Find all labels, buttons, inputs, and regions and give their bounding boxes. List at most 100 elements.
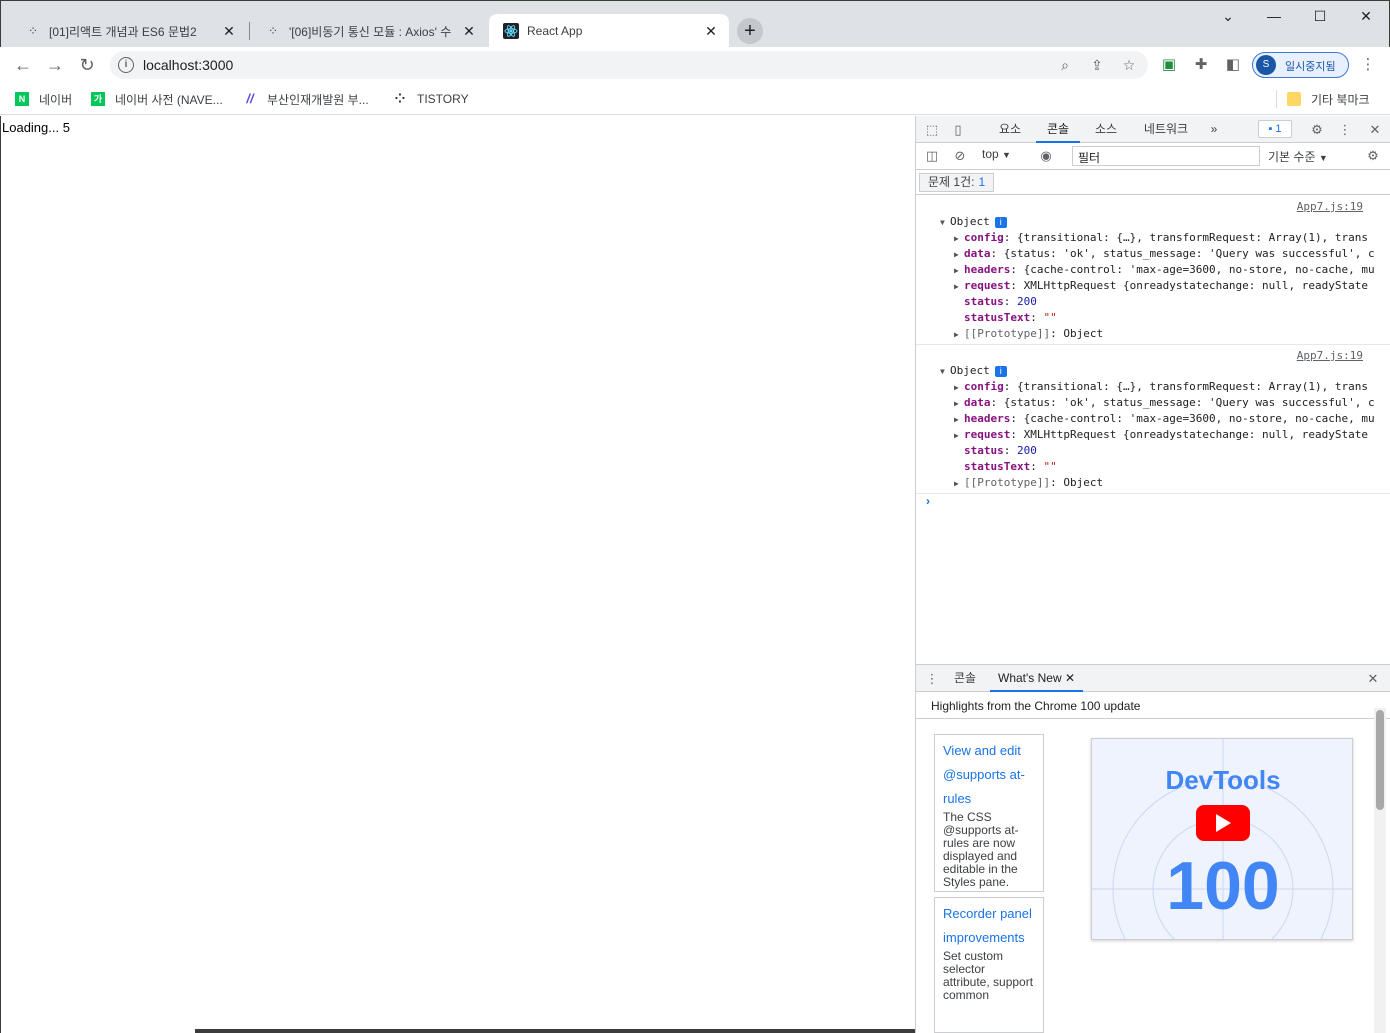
clear-console-icon[interactable]: ⊘ (950, 146, 970, 166)
source-link[interactable]: App7.js:19 (1297, 349, 1363, 362)
bookmark-label: TISTORY (417, 92, 469, 106)
sidebar-toggle-icon[interactable]: ◫ (922, 146, 942, 166)
tab-network[interactable]: 네트워크 (1134, 116, 1198, 143)
profile-button[interactable]: S 일시중지됨 (1252, 52, 1349, 78)
device-toolbar-icon[interactable]: ▯ (948, 120, 968, 140)
browser-tab-1[interactable]: ⁘ [01]리액트 개념과 ES6 문법2 ✕ (11, 14, 247, 48)
settings-gear-icon[interactable]: ⚙ (1307, 120, 1327, 140)
release-video-thumbnail[interactable]: DevTools 100 (1091, 738, 1353, 940)
object-header[interactable]: ▼ Object i (940, 214, 1007, 230)
object-property-row[interactable]: ▶ data: {status: 'ok', status_message: 'Q… (954, 395, 1375, 411)
url-text[interactable]: localhost:3000 (143, 57, 233, 73)
tab-close-icon[interactable]: ✕ (703, 23, 719, 39)
issues-badge[interactable]: ▪ 1 (1258, 120, 1292, 138)
browser-toolbar: ← → ↻ i localhost:3000 ⌕ ⇪ ☆ ▣ ✚ ◧ S 일시중… (0, 47, 1390, 83)
bookmarks-bar: N 네이버 가 네이버 사전 (NAVE... // 부산인재개발원 부... … (0, 83, 1390, 115)
more-tabs-button[interactable]: » (1202, 116, 1226, 143)
drawer-scrollbar[interactable] (1374, 708, 1386, 1033)
tab-search-icon[interactable]: ⌄ (1205, 5, 1251, 27)
object-property-row[interactable]: ▶ request: XMLHttpRequest {onreadystatech… (954, 427, 1368, 443)
reload-icon[interactable]: ↻ (73, 52, 101, 78)
chrome-menu-icon[interactable]: ⋮ (1357, 54, 1379, 76)
property-value: XMLHttpRequest {onreadystatechange: null… (1023, 279, 1368, 292)
minimize-icon[interactable]: — (1251, 5, 1297, 27)
zoom-icon[interactable]: ⌕ (1055, 55, 1075, 75)
object-property-row[interactable]: ▶ config: {transitional: {…}, transformRe… (954, 230, 1368, 246)
new-tab-button[interactable]: + (737, 18, 763, 44)
object-property-row[interactable]: ▶ config: {transitional: {…}, transformRe… (954, 379, 1368, 395)
issues-button[interactable]: 문제 1건: 1 (919, 173, 995, 192)
drawer-tab-whats-new[interactable]: What's New ✕ (990, 665, 1084, 692)
context-label: top (982, 147, 999, 161)
close-devtools-icon[interactable]: ✕ (1365, 120, 1385, 140)
bookmark-naver[interactable]: N 네이버 (15, 90, 72, 108)
object-property-row: statusText: "" (964, 460, 1057, 473)
drawer-tab-console[interactable]: 콘솔 (954, 665, 976, 692)
bookmark-label: 네이버 (39, 92, 73, 107)
close-drawer-icon[interactable]: ✕ (1363, 669, 1383, 689)
console-log-entry[interactable]: App7.js:19 ▼ Object i ▶ config: {transition… (916, 345, 1390, 494)
feature-card-title[interactable]: View and edit @supports at-rules (943, 739, 1035, 811)
devtools-panel: ⬚ ▯ 요소 콘솔 소스 네트워크 » ▪ 1 ⚙ ⋮ ✕ ◫ ⊘ top ▼ … (915, 116, 1390, 1033)
expanded-triangle-icon: ▼ (940, 367, 945, 376)
object-property-row[interactable]: ▶ request: XMLHttpRequest {onreadystatech… (954, 278, 1368, 294)
bookmark-star-icon[interactable]: ☆ (1119, 55, 1139, 75)
address-bar[interactable]: i localhost:3000 ⌕ ⇪ ☆ (110, 51, 1148, 79)
source-link[interactable]: App7.js:19 (1297, 200, 1363, 213)
property-key: [[Prototype]] (964, 476, 1051, 489)
issues-count: 1 (978, 175, 986, 189)
inspect-element-icon[interactable]: ⬚ (922, 120, 942, 140)
tab-close-icon[interactable]: ✕ (461, 23, 477, 39)
tab-title: '[06]비동기 통신 모듈 : Axios' 수 (289, 24, 452, 39)
object-property-row[interactable]: ▶ [[Prototype]]: Object (954, 326, 1103, 342)
folder-icon (1287, 92, 1301, 106)
object-property-row[interactable]: ▶ [[Prototype]]: Object (954, 475, 1103, 491)
log-level-selector[interactable]: 기본 수준 ▼ (1268, 148, 1328, 165)
naver-icon: N (15, 92, 29, 106)
forward-arrow-icon[interactable]: → (41, 52, 69, 78)
scrollbar-thumb[interactable] (1376, 710, 1384, 810)
object-property-row[interactable]: ▶ headers: {cache-control: 'max-age=3600,… (954, 411, 1375, 427)
bookmark-tistory[interactable]: ⁘ TISTORY (393, 90, 469, 108)
feature-card[interactable]: Recorder panel improvements Set custom s… (934, 897, 1044, 1033)
side-panel-icon[interactable]: ◧ (1222, 54, 1244, 76)
dropdown-arrow-icon: ▼ (1002, 150, 1011, 160)
maximize-icon[interactable]: ☐ (1297, 5, 1343, 27)
bookmark-naver-dictionary[interactable]: 가 네이버 사전 (NAVE... (91, 90, 223, 108)
tab-console[interactable]: 콘솔 (1036, 116, 1080, 143)
object-property-row[interactable]: ▶ headers: {cache-control: 'max-age=3600,… (954, 262, 1375, 278)
object-property-row[interactable]: ▶ data: {status: 'ok', status_message: 'Q… (954, 246, 1375, 262)
feature-card[interactable]: View and edit @supports at-rules The CSS… (934, 734, 1044, 892)
window-bottom-edge (195, 1029, 915, 1033)
bookmark-busan-institute[interactable]: // 부산인재개발원 부... (243, 90, 368, 108)
object-header[interactable]: ▼ Object i (940, 363, 1007, 379)
console-settings-gear-icon[interactable]: ⚙ (1363, 146, 1383, 166)
drawer-tab-label: What's New (998, 671, 1062, 685)
live-expression-eye-icon[interactable]: ◉ (1036, 146, 1056, 166)
drawer-menu-icon[interactable]: ⋮ (922, 669, 942, 689)
avatar: S (1256, 55, 1276, 75)
browser-tab-2[interactable]: ⁘ '[06]비동기 통신 모듈 : Axios' 수 ✕ (251, 14, 487, 48)
browser-tab-3-active[interactable]: React App ✕ (489, 14, 729, 48)
other-bookmarks[interactable]: 기타 북마크 (1287, 90, 1370, 108)
share-icon[interactable]: ⇪ (1087, 55, 1107, 75)
window-close-icon[interactable]: ✕ (1343, 5, 1389, 27)
other-bookmarks-label: 기타 북마크 (1311, 92, 1370, 107)
close-tab-icon[interactable]: ✕ (1065, 671, 1075, 685)
property-key: data (964, 247, 991, 260)
feature-card-title[interactable]: Recorder panel improvements (943, 902, 1035, 950)
bookmark-label: 네이버 사전 (NAVE... (115, 92, 223, 107)
console-log-entry[interactable]: App7.js:19 ▼ Object i ▶ config: {transition… (916, 196, 1390, 345)
site-info-icon[interactable]: i (118, 57, 134, 73)
tab-sources[interactable]: 소스 (1086, 116, 1126, 143)
devtools-menu-icon[interactable]: ⋮ (1335, 120, 1355, 140)
context-selector[interactable]: top ▼ (982, 147, 1011, 161)
back-arrow-icon[interactable]: ← (9, 52, 37, 78)
extensions-puzzle-icon[interactable]: ✚ (1190, 54, 1212, 76)
tab-elements[interactable]: 요소 (990, 116, 1030, 143)
console-prompt[interactable]: › (926, 494, 930, 508)
cast-extension-icon[interactable]: ▣ (1158, 54, 1180, 76)
filter-input[interactable]: 필터 (1072, 146, 1260, 166)
tab-close-icon[interactable]: ✕ (221, 23, 237, 39)
property-key: request (964, 428, 1011, 441)
